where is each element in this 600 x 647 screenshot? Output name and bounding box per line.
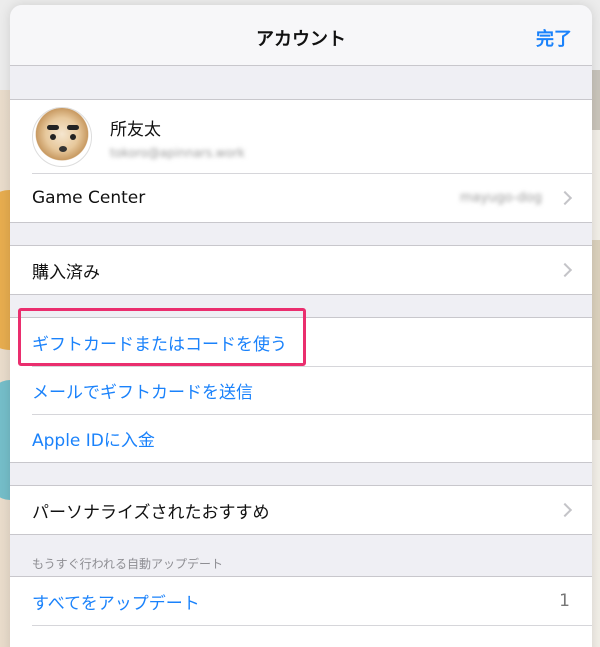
list-item[interactable] (10, 625, 592, 647)
updates-section-header: もうすぐ行われる自動アップデート (32, 557, 224, 571)
account-group: 所友太 tokoro@apinnars.work Game Center may… (10, 99, 592, 223)
avatar-brow (47, 125, 59, 130)
avatar-eye (50, 134, 56, 140)
avatar-brow (67, 125, 79, 130)
add-funds-label: Apple IDに入金 (32, 430, 155, 451)
purchased-row[interactable]: 購入済み (10, 246, 592, 294)
personalized-group: パーソナライズされたおすすめ (10, 485, 592, 535)
page-title: アカウント (256, 29, 346, 50)
update-all-label: すべてをアップデート (32, 593, 200, 614)
chevron-right-icon (557, 262, 573, 278)
send-gift-card-button[interactable]: メールでギフトカードを送信 (10, 366, 592, 414)
game-center-label: Game Center (32, 188, 146, 208)
gift-group: ギフトカードまたはコードを使う メールでギフトカードを送信 Apple IDに入… (10, 317, 592, 463)
done-button[interactable]: 完了 (536, 25, 572, 51)
game-center-nickname: mayugo-dog (459, 190, 542, 206)
game-center-row[interactable]: Game Center mayugo-dog (10, 174, 592, 222)
add-funds-button[interactable]: Apple IDに入金 (10, 414, 592, 462)
avatar (32, 107, 92, 167)
purchased-group: 購入済み (10, 245, 592, 295)
personalized-label: パーソナライズされたおすすめ (32, 502, 270, 523)
profile-name: 所友太 (110, 119, 161, 140)
account-sheet: アカウント 完了 所友太 tokoro@apinnars.work Game C… (10, 5, 592, 647)
profile-email: tokoro@apinnars.work (110, 145, 245, 160)
update-count: 1 (559, 591, 570, 611)
avatar-nose (59, 146, 67, 152)
navigation-bar: アカウント 完了 (10, 5, 592, 66)
update-all-button[interactable]: すべてをアップデート 1 (10, 577, 592, 625)
redeem-gift-card-label: ギフトカードまたはコードを使う (32, 334, 287, 355)
personalized-recommendations-row[interactable]: パーソナライズされたおすすめ (10, 486, 592, 534)
updates-group: すべてをアップデート 1 (10, 576, 592, 647)
send-gift-card-label: メールでギフトカードを送信 (32, 382, 253, 403)
chevron-right-icon (557, 502, 573, 518)
chevron-right-icon (557, 190, 573, 206)
purchased-label: 購入済み (32, 262, 100, 283)
redeem-gift-card-button[interactable]: ギフトカードまたはコードを使う (10, 318, 592, 366)
avatar-eye (70, 134, 76, 140)
profile-row[interactable]: 所友太 tokoro@apinnars.work (10, 100, 592, 174)
